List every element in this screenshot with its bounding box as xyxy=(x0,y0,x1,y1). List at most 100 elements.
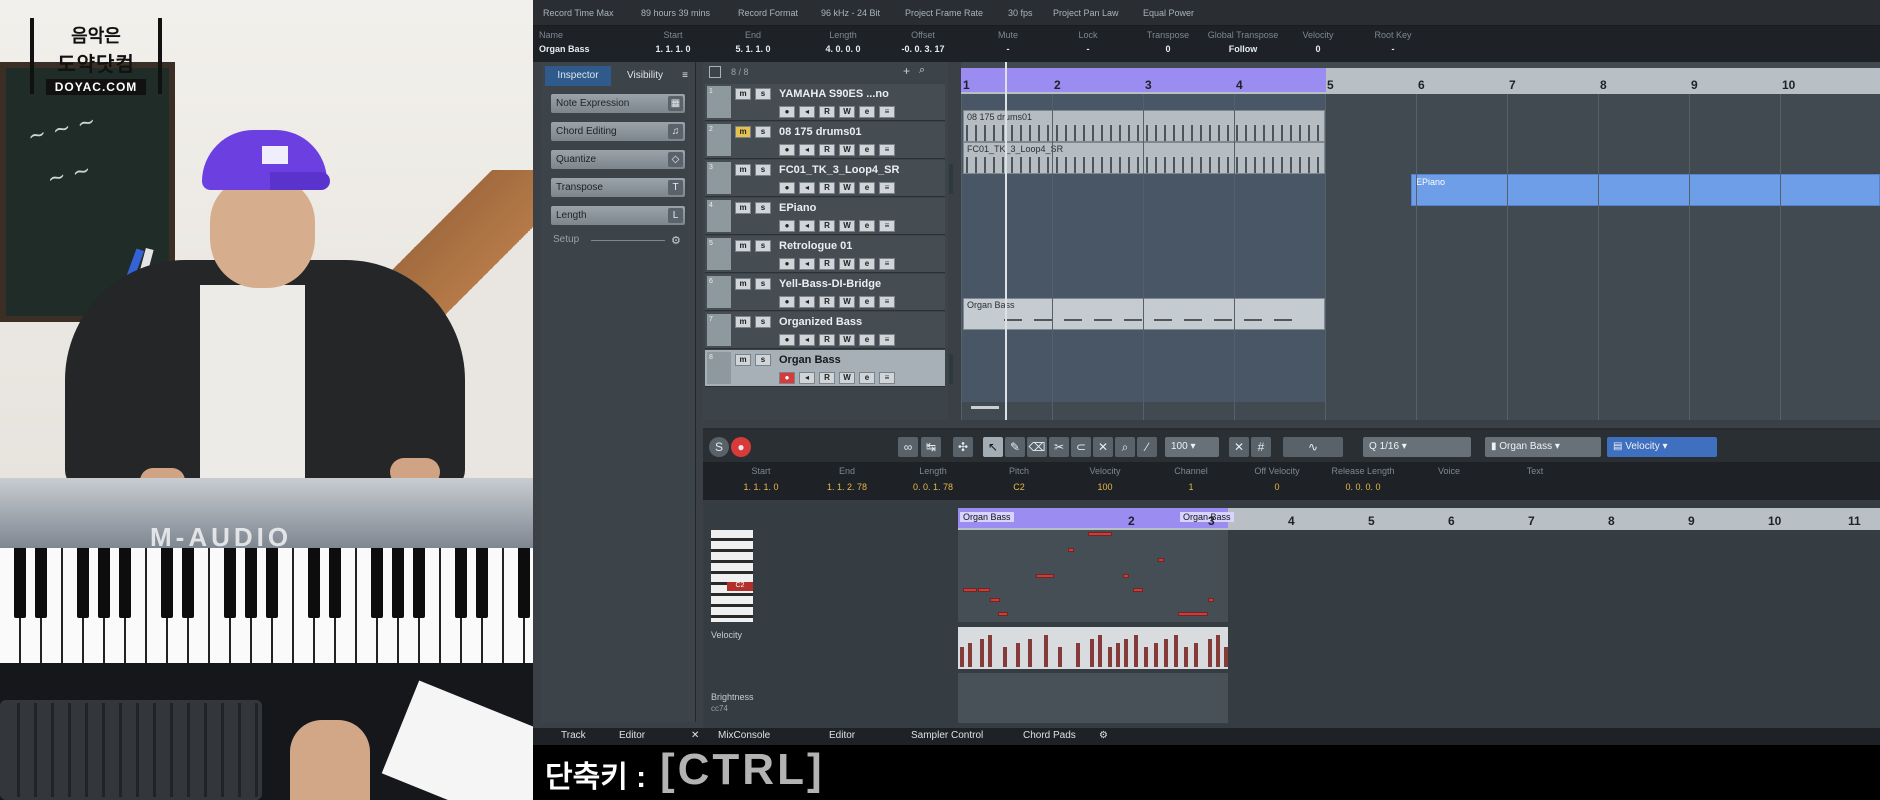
draw-icon[interactable]: ✎ xyxy=(1005,437,1025,457)
write-automation-button[interactable]: W xyxy=(839,220,855,232)
tab-editor[interactable]: Editor xyxy=(619,730,645,741)
lane-dropdown[interactable]: ▤ Velocity ▾ xyxy=(1607,437,1717,457)
status-label[interactable]: Record Time Max xyxy=(543,8,614,18)
track-row[interactable]: 3 m s FC01_TK_3_Loop4_SR ● ◂ R We ≡ xyxy=(705,160,953,197)
lane-button[interactable]: ≡ xyxy=(879,296,895,308)
editor-info-field[interactable]: Off Velocity 0 xyxy=(1237,466,1317,492)
trim-icon[interactable]: ✂ xyxy=(1049,437,1069,457)
write-automation-button[interactable]: W xyxy=(839,182,855,194)
tab-chord-pads[interactable]: Chord Pads xyxy=(1023,730,1076,741)
lane-button[interactable]: ≡ xyxy=(879,106,895,118)
grid-icon[interactable]: # xyxy=(1251,437,1271,457)
mute-button[interactable]: m xyxy=(735,164,751,176)
tab-mixconsole[interactable]: MixConsole xyxy=(718,730,770,741)
track-row[interactable]: 6 m s Yell-Bass-DI-Bridge ● ◂ R We ≡ xyxy=(705,274,945,311)
record-button[interactable]: ● xyxy=(779,220,795,232)
read-automation-button[interactable]: R xyxy=(819,220,835,232)
solo-button[interactable]: s xyxy=(755,126,771,138)
monitor-button[interactable]: ◂ xyxy=(799,334,815,346)
velocity-bar[interactable] xyxy=(1108,647,1112,667)
inspector-transpose[interactable]: Transpose T xyxy=(551,178,685,197)
read-automation-button[interactable]: R xyxy=(819,144,835,156)
velocity-bar[interactable] xyxy=(1154,643,1158,667)
audio-part-loop[interactable]: FC01_TK_3_Loop4_SR xyxy=(963,142,1325,174)
solo-button[interactable]: s xyxy=(755,202,771,214)
read-automation-button[interactable]: R xyxy=(819,258,835,270)
record-button[interactable]: ● xyxy=(779,334,795,346)
velocity-bar[interactable] xyxy=(988,635,992,667)
status-value[interactable]: Equal Power xyxy=(1143,8,1194,18)
mute-button[interactable]: m xyxy=(735,88,751,100)
monitor-button[interactable]: ◂ xyxy=(799,106,815,118)
status-value[interactable]: 30 fps xyxy=(1008,8,1033,18)
midi-note[interactable] xyxy=(1123,574,1129,578)
velocity-lane-label[interactable]: Velocity xyxy=(711,630,742,640)
gear-icon[interactable]: ⚙ xyxy=(671,234,681,247)
midi-note[interactable] xyxy=(978,588,990,592)
edit-instrument-button[interactable]: e xyxy=(859,258,875,270)
velocity-bar[interactable] xyxy=(1224,647,1228,667)
menu-icon[interactable]: ≡ xyxy=(677,66,693,86)
write-automation-button[interactable]: W xyxy=(839,334,855,346)
tab-sampler-control[interactable]: Sampler Control xyxy=(911,730,983,741)
mute-button[interactable]: m xyxy=(735,202,751,214)
velocity-bar[interactable] xyxy=(1174,635,1178,667)
editor-info-field[interactable]: Release Length 0. 0. 0. 0 xyxy=(1323,466,1403,492)
velocity-bar[interactable] xyxy=(1076,643,1080,667)
midi-note[interactable] xyxy=(1088,532,1112,536)
gear-icon[interactable]: ⚙ xyxy=(1099,730,1108,741)
editor-info-field[interactable]: Pitch C2 xyxy=(979,466,1059,492)
midi-part-epiano[interactable]: EPiano xyxy=(1411,174,1880,206)
step-input-icon[interactable]: ✕ xyxy=(1229,437,1249,457)
erase-icon[interactable]: ⌫ xyxy=(1027,437,1047,457)
solo-button[interactable]: s xyxy=(755,164,771,176)
edit-instrument-button[interactable]: e xyxy=(859,182,875,194)
inspector-length[interactable]: Length L xyxy=(551,206,685,225)
monitor-button[interactable]: ◂ xyxy=(799,220,815,232)
inspector-chord-editing[interactable]: Chord Editing ♫ xyxy=(551,122,685,141)
velocity-bar[interactable] xyxy=(1216,635,1220,667)
track-row[interactable]: 4 m s EPiano ● ◂ R We ≡ xyxy=(705,198,945,235)
track-name[interactable]: Organ Bass xyxy=(779,354,841,366)
quantize-dropdown[interactable]: Q 1/16 ▾ xyxy=(1363,437,1471,457)
track-row[interactable]: 7 m s Organized Bass ● ◂ R We ≡ xyxy=(705,312,945,349)
velocity-bar[interactable] xyxy=(1044,635,1048,667)
status-label[interactable]: Record Format xyxy=(738,8,798,18)
track-row[interactable]: 8 m s Organ Bass ● ◂ R We ≡ xyxy=(705,350,953,387)
solo-button[interactable]: s xyxy=(755,354,771,366)
zoom-dropdown[interactable]: 100 ▾ xyxy=(1165,437,1219,457)
track-name[interactable]: EPiano xyxy=(779,202,816,214)
velocity-bar[interactable] xyxy=(1116,643,1120,667)
velocity-bar[interactable] xyxy=(1194,643,1198,667)
link-icon[interactable]: ∞ xyxy=(898,437,918,457)
track-name[interactable]: FC01_TK_3_Loop4_SR xyxy=(779,164,899,176)
lane-button[interactable]: ≡ xyxy=(879,220,895,232)
info-field[interactable]: Name Organ Bass xyxy=(533,30,633,54)
write-automation-button[interactable]: W xyxy=(839,144,855,156)
velocity-bar[interactable] xyxy=(960,647,964,667)
editor-info-field[interactable]: Text xyxy=(1495,466,1575,482)
velocity-bar[interactable] xyxy=(1124,639,1128,667)
midi-note[interactable] xyxy=(1133,588,1143,592)
status-value[interactable]: 96 kHz - 24 Bit xyxy=(821,8,880,18)
read-automation-button[interactable]: R xyxy=(819,182,835,194)
auto-scroll-icon[interactable]: ↹ xyxy=(921,437,941,457)
editor-info-field[interactable]: Voice xyxy=(1409,466,1489,482)
midi-note[interactable] xyxy=(998,612,1008,616)
mute-button[interactable]: m xyxy=(735,278,751,290)
track-dropdown[interactable]: ▮ Organ Bass ▾ xyxy=(1485,437,1601,457)
info-field[interactable]: End 5. 1. 1. 0 xyxy=(703,30,803,54)
lane-button[interactable]: ≡ xyxy=(879,258,895,270)
write-automation-button[interactable]: W xyxy=(839,372,855,384)
track-select-icon[interactable] xyxy=(709,66,721,78)
midi-note[interactable] xyxy=(1068,548,1074,552)
lane-button[interactable]: ≡ xyxy=(879,144,895,156)
edit-instrument-button[interactable]: e xyxy=(859,296,875,308)
editor-info-field[interactable]: Start 1. 1. 1. 0 xyxy=(721,466,801,492)
cc-lane-label[interactable]: Brightness xyxy=(711,692,754,702)
editor-ruler[interactable]: Organ Bass Organ Bass 123456789101112 xyxy=(958,508,1880,530)
line-icon[interactable]: ∕ xyxy=(1137,437,1157,457)
status-label[interactable]: Project Frame Rate xyxy=(905,8,983,18)
velocity-bar[interactable] xyxy=(968,643,972,667)
solo-button[interactable]: s xyxy=(755,316,771,328)
